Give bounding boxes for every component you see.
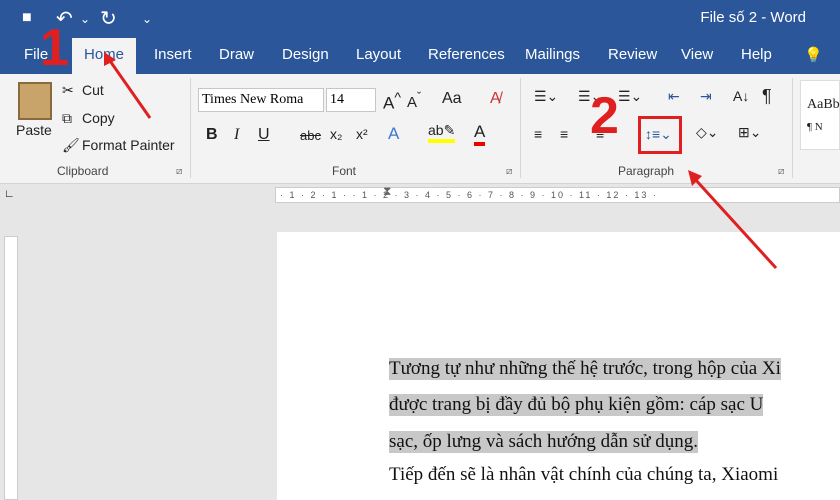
annotation-arrows [104,52,778,270]
arrow-to-home-tab [106,57,152,119]
arrow-to-line-spacing [692,176,778,270]
arrow-head [104,52,116,66]
